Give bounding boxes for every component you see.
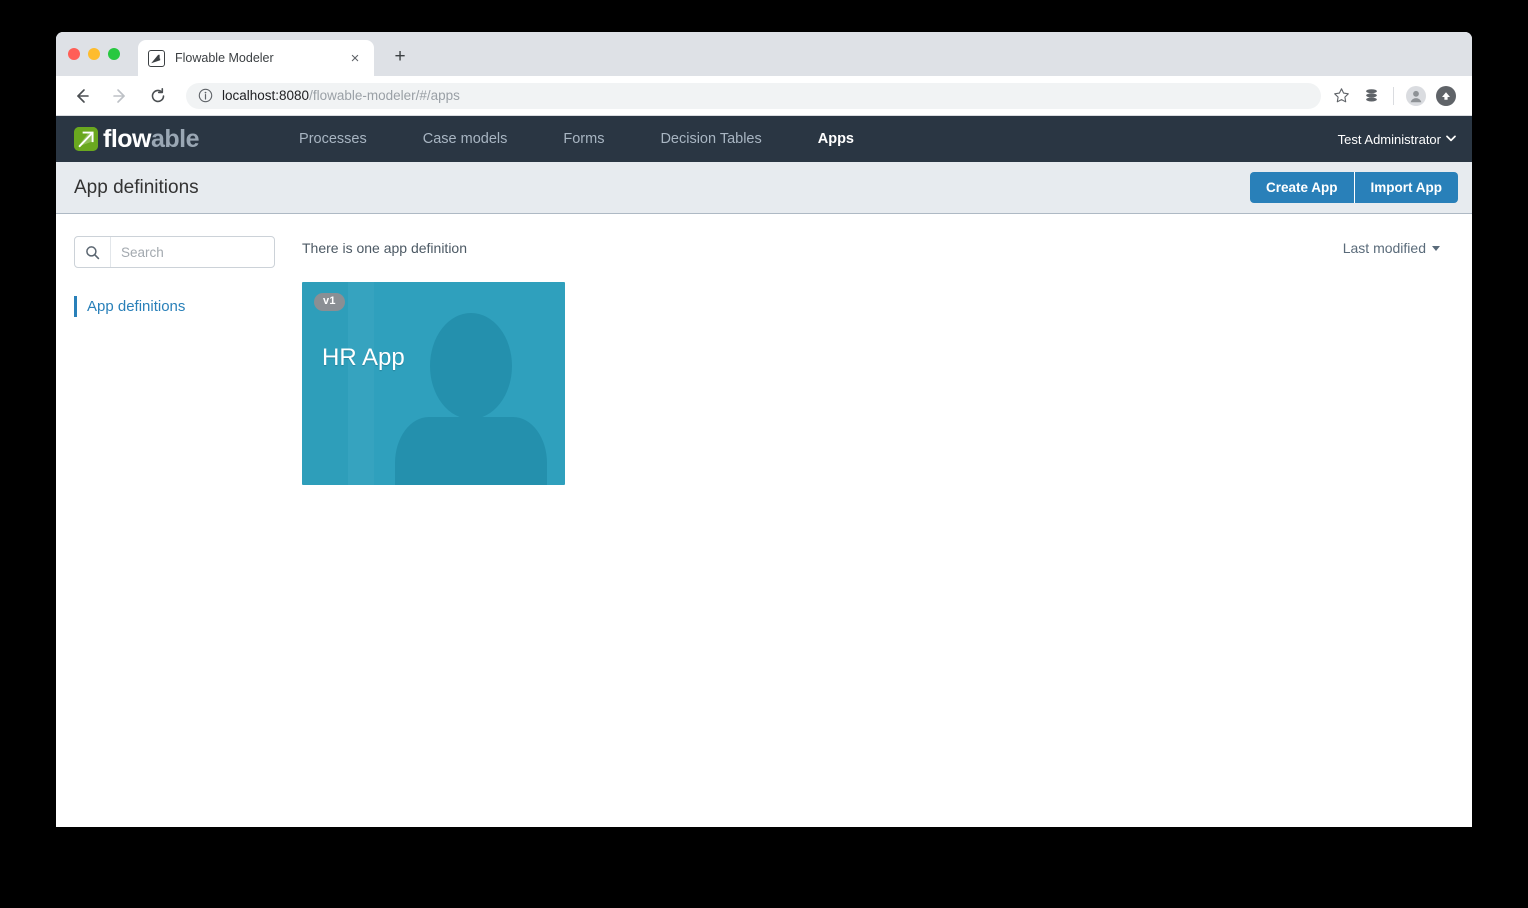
profile-avatar-icon[interactable] — [1402, 82, 1430, 110]
create-app-button[interactable]: Create App — [1249, 171, 1355, 204]
tab-close-icon[interactable]: × — [346, 49, 364, 67]
brand-name-first: flow — [103, 124, 152, 153]
app-definition-grid: v1 HR App — [302, 282, 1454, 485]
forward-button[interactable] — [106, 82, 134, 110]
card-accent-band — [348, 282, 374, 485]
app-card-title: HR App — [322, 344, 405, 371]
browser-tabstrip: Flowable Modeler × + — [56, 32, 1472, 76]
toolbar-actions — [1327, 82, 1460, 110]
close-window-button[interactable] — [68, 48, 80, 60]
primary-nav: Processes Case models Forms Decision Tab… — [271, 131, 882, 156]
minimize-window-button[interactable] — [88, 48, 100, 60]
sidebar: App definitions — [74, 236, 296, 485]
new-tab-button[interactable]: + — [386, 42, 414, 70]
version-badge: v1 — [314, 293, 345, 311]
nav-item-apps-label: Apps — [817, 131, 854, 147]
browser-tab-title: Flowable Modeler — [175, 51, 274, 65]
search-box[interactable] — [74, 236, 275, 268]
address-bar-url: localhost:8080/flowable-modeler/#/apps — [222, 88, 460, 103]
extensions-stack-icon[interactable] — [1357, 82, 1385, 110]
subheader-actions: Create App Import App — [1249, 171, 1458, 204]
active-tab-caret-icon — [826, 147, 845, 156]
main-panel: There is one app definition Last modifie… — [296, 236, 1454, 485]
page-content: flowable Processes Case models Forms Dec… — [56, 116, 1472, 827]
maximize-window-button[interactable] — [108, 48, 120, 60]
chevron-down-icon — [1446, 134, 1456, 145]
page-subheader: App definitions Create App Import App — [56, 162, 1472, 214]
person-silhouette-icon — [395, 313, 547, 485]
app-definition-card[interactable]: v1 HR App — [302, 282, 565, 485]
info-circle-icon[interactable] — [198, 88, 213, 103]
browser-window: Flowable Modeler × + localhost:8080/flow… — [56, 32, 1472, 827]
search-input[interactable] — [111, 237, 274, 267]
nav-item-case-models[interactable]: Case models — [395, 131, 536, 147]
flowable-logo-icon — [74, 127, 98, 151]
nav-item-apps[interactable]: Apps — [790, 131, 882, 156]
brand-name-second: able — [151, 124, 200, 153]
sidebar-item-label: App definitions — [87, 298, 186, 315]
sidebar-nav: App definitions — [74, 296, 296, 317]
reload-button[interactable] — [144, 82, 172, 110]
nav-item-decision-tables[interactable]: Decision Tables — [632, 131, 789, 147]
user-menu[interactable]: Test Administrator — [1338, 132, 1456, 147]
card-accent-band-left — [302, 282, 348, 485]
address-bar[interactable]: localhost:8080/flowable-modeler/#/apps — [186, 82, 1321, 109]
page-body: App definitions There is one app definit… — [56, 214, 1472, 485]
address-host: localhost:8080 — [222, 88, 310, 103]
window-traffic-lights — [68, 48, 120, 60]
toolbar-divider — [1393, 86, 1394, 105]
sidebar-item-app-definitions[interactable]: App definitions — [74, 296, 296, 317]
user-menu-label: Test Administrator — [1337, 131, 1441, 147]
sort-dropdown[interactable]: Last modified — [1343, 240, 1440, 256]
app-navbar: flowable Processes Case models Forms Dec… — [56, 116, 1472, 162]
browser-tab[interactable]: Flowable Modeler × — [138, 40, 374, 76]
bookmark-star-icon[interactable] — [1327, 82, 1355, 110]
flowable-favicon-icon — [148, 49, 165, 67]
page-title: App definitions — [74, 176, 199, 198]
browser-toolbar: localhost:8080/flowable-modeler/#/apps — [56, 76, 1472, 116]
brand-logo[interactable]: flowable — [74, 124, 200, 153]
sort-dropdown-label: Last modified — [1342, 240, 1426, 256]
main-header: There is one app definition Last modifie… — [302, 236, 1454, 260]
caret-down-icon — [1432, 245, 1440, 251]
result-count-text: There is one app definition — [302, 240, 467, 256]
import-app-button[interactable]: Import App — [1354, 171, 1458, 204]
brand-name: flowable — [103, 124, 200, 153]
back-button[interactable] — [68, 82, 96, 110]
address-path: /flowable-modeler/#/apps — [309, 88, 460, 103]
nav-item-processes[interactable]: Processes — [271, 131, 395, 147]
search-icon — [75, 237, 111, 267]
nav-item-forms[interactable]: Forms — [535, 131, 632, 147]
update-arrow-icon[interactable] — [1432, 82, 1460, 110]
